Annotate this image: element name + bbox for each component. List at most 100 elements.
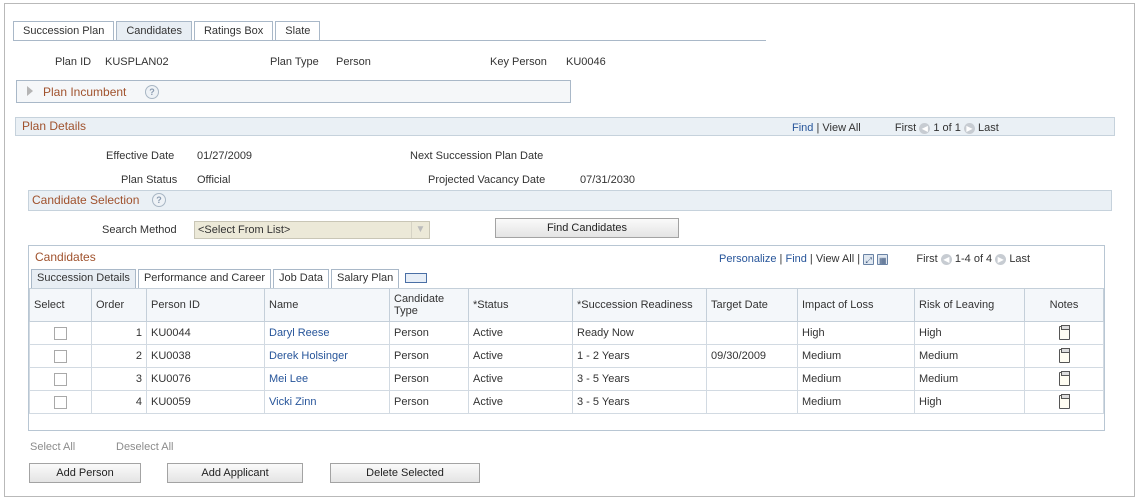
plan-details-title: Plan Details — [22, 119, 87, 133]
impact-cell: Medium — [797, 390, 915, 414]
notes-icon[interactable] — [1058, 394, 1070, 409]
projected-vacancy-label: Projected Vacancy Date — [428, 174, 546, 186]
download-icon[interactable]: ▦ — [877, 253, 889, 265]
first-label[interactable]: First — [916, 253, 937, 265]
notes-icon[interactable] — [1058, 348, 1070, 363]
help-icon[interactable]: ? — [152, 193, 166, 207]
find-link[interactable]: Find — [785, 253, 806, 265]
column-header: *Succession Readiness — [572, 288, 707, 322]
view-all-link[interactable]: View All — [822, 122, 860, 134]
next-plan-date-label: Next Succession Plan Date — [410, 150, 544, 162]
prev-arrow-icon[interactable]: ◀ — [919, 122, 931, 134]
effective-date-label: Effective Date — [106, 150, 175, 162]
find-candidates-button[interactable]: Find Candidates — [495, 218, 679, 238]
plan-status-value: Official — [197, 174, 231, 186]
column-header: Person ID — [146, 288, 265, 322]
column-header: Notes — [1024, 288, 1104, 322]
tab-divider — [13, 40, 766, 41]
column-header: Select — [29, 288, 92, 322]
table-row: 3 KU0076 Mei Lee Person Active 3 - 5 Yea… — [29, 367, 1104, 391]
plan-type-label: Plan Type — [270, 56, 319, 68]
show-all-columns-button[interactable] — [405, 269, 428, 288]
chevron-down-icon[interactable]: ▼ — [411, 222, 429, 238]
search-method-select[interactable]: <Select From List> ▼ — [194, 221, 430, 239]
plan-status-label: Plan Status — [121, 174, 178, 186]
effective-date-value: 01/27/2009 — [197, 150, 253, 162]
add-person-button[interactable]: Add Person — [29, 463, 141, 483]
candidate-selection-title: Candidate Selection — [32, 193, 140, 207]
person-id-cell: KU0038 — [146, 344, 265, 368]
tab-candidates[interactable]: Candidates — [116, 21, 192, 41]
row-select-checkbox[interactable] — [54, 372, 67, 386]
status-cell: Active — [468, 344, 573, 368]
subtab-performance-career[interactable]: Performance and Career — [137, 269, 271, 288]
target-date-cell — [706, 390, 798, 414]
person-id-cell: KU0059 — [146, 390, 265, 414]
candidate-name-link[interactable]: Mei Lee — [269, 373, 308, 385]
select-all-link[interactable]: Select All — [30, 441, 75, 453]
column-header: Order — [91, 288, 147, 322]
add-applicant-button[interactable]: Add Applicant — [167, 463, 303, 483]
row-range: 1 of 1 — [933, 122, 961, 134]
order-cell: 4 — [91, 390, 147, 414]
prev-arrow-icon[interactable]: ◀ — [940, 253, 952, 265]
tab-ratings-box[interactable]: Ratings Box — [193, 21, 274, 41]
help-icon[interactable]: ? — [145, 85, 159, 99]
show-all-columns-icon[interactable] — [405, 273, 428, 284]
subtab-job-data[interactable]: Job Data — [273, 269, 330, 288]
impact-cell: High — [797, 321, 915, 345]
readiness-cell: 3 - 5 Years — [572, 367, 707, 391]
plan-incumbent-label[interactable]: Plan Incumbent — [43, 85, 126, 99]
zoom-icon[interactable]: ⤢ — [863, 253, 875, 265]
subtab-succession-details[interactable]: Succession Details — [31, 269, 136, 288]
order-cell: 3 — [91, 367, 147, 391]
candidate-name-link[interactable]: Daryl Reese — [269, 327, 330, 339]
readiness-cell: Ready Now — [572, 321, 707, 345]
find-link[interactable]: Find — [792, 122, 813, 134]
person-id-cell: KU0044 — [146, 321, 265, 345]
view-all-link[interactable]: View All — [816, 253, 854, 265]
candidates-nav: Personalize | Find | View All | ⤢ ▦ Firs… — [719, 253, 1031, 265]
next-arrow-icon[interactable]: ▶ — [963, 122, 975, 134]
projected-vacancy-value: 07/31/2030 — [580, 174, 636, 186]
personalize-link[interactable]: Personalize — [719, 253, 776, 265]
column-header: Target Date — [706, 288, 798, 322]
notes-icon[interactable] — [1058, 325, 1070, 340]
target-date-cell — [706, 321, 798, 345]
table-row: 4 KU0059 Vicki Zinn Person Active 3 - 5 … — [29, 390, 1104, 414]
target-date-cell: 09/30/2009 — [706, 344, 798, 368]
plan-id-label: Plan ID — [55, 56, 92, 68]
candidate-type-cell: Person — [389, 367, 469, 391]
key-person-label: Key Person — [490, 56, 547, 68]
candidate-name-link[interactable]: Derek Holsinger — [269, 350, 348, 362]
column-header: Name — [264, 288, 390, 322]
candidate-type-cell: Person — [389, 321, 469, 345]
deselect-all-link[interactable]: Deselect All — [116, 441, 173, 453]
first-label[interactable]: First — [895, 122, 916, 134]
row-select-checkbox[interactable] — [54, 395, 67, 409]
table-row: 2 KU0038 Derek Holsinger Person Active 1… — [29, 344, 1104, 368]
expand-triangle-icon[interactable] — [27, 86, 33, 96]
candidate-name-link[interactable]: Vicki Zinn — [269, 396, 316, 408]
row-select-checkbox[interactable] — [54, 349, 67, 363]
column-header: Impact of Loss — [797, 288, 915, 322]
status-cell: Active — [468, 321, 573, 345]
last-label[interactable]: Last — [978, 122, 999, 134]
column-header: Risk of Leaving — [914, 288, 1025, 322]
delete-selected-button[interactable]: Delete Selected — [330, 463, 480, 483]
subtab-salary-plan[interactable]: Salary Plan — [331, 269, 400, 288]
tab-succession-plan[interactable]: Succession Plan — [13, 21, 115, 41]
notes-icon[interactable] — [1058, 371, 1070, 386]
plan-incumbent-section[interactable]: Plan Incumbent ? — [16, 80, 571, 103]
candidate-type-cell: Person — [389, 390, 469, 414]
next-arrow-icon[interactable]: ▶ — [995, 253, 1007, 265]
status-cell: Active — [468, 390, 573, 414]
tab-slate[interactable]: Slate — [275, 21, 321, 41]
risk-cell: Medium — [914, 344, 1025, 368]
order-cell: 1 — [91, 321, 147, 345]
column-header: *Status — [468, 288, 573, 322]
search-method-value: <Select From List> — [198, 224, 291, 236]
person-id-cell: KU0076 — [146, 367, 265, 391]
row-select-checkbox[interactable] — [54, 326, 67, 340]
last-label[interactable]: Last — [1009, 253, 1030, 265]
